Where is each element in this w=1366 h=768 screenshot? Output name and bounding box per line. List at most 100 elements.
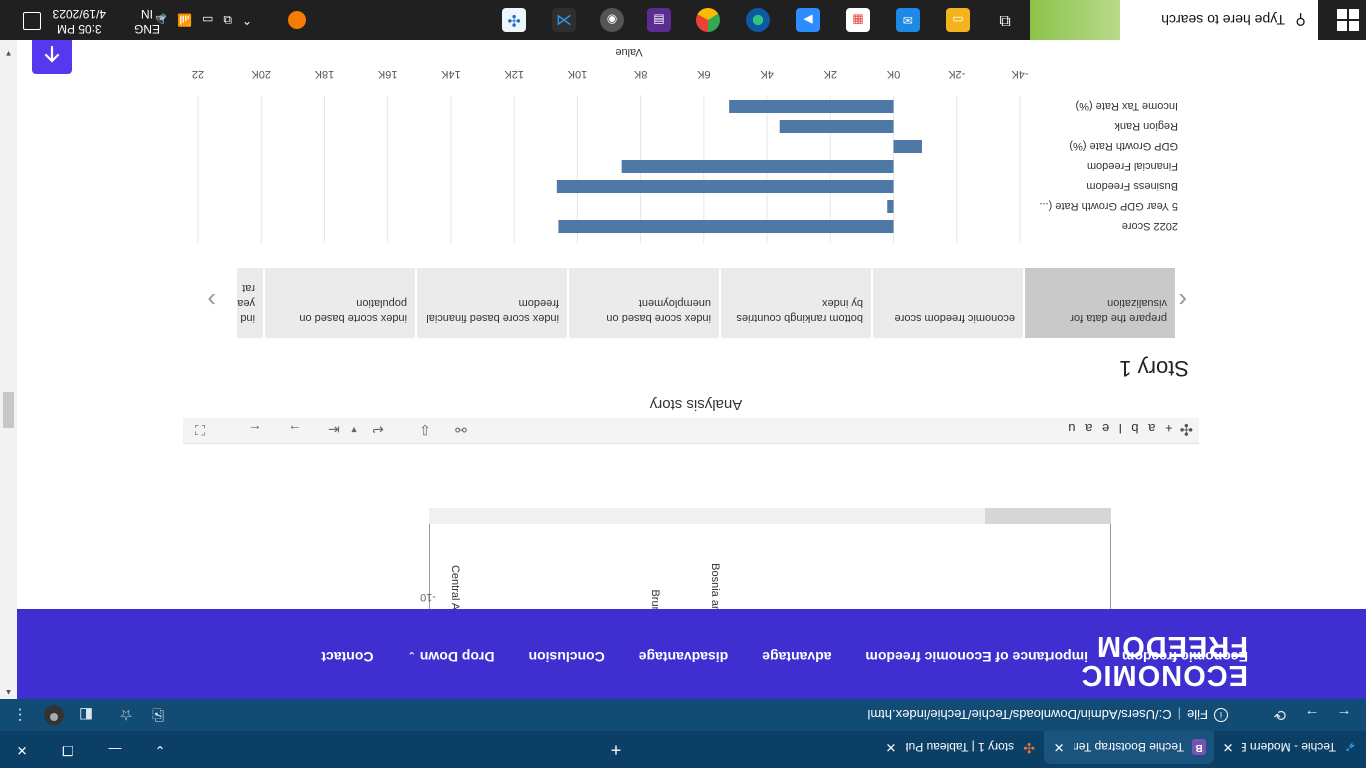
viz-scroll-thumb[interactable] — [985, 508, 1111, 524]
clock-time: 3:05 PM — [56, 22, 102, 36]
tab-title: story 1 | Tableau Public — [906, 740, 1015, 755]
story-point-4[interactable]: index score based financial freedom — [417, 268, 567, 338]
story-point-6[interactable]: ind yea rat — [237, 268, 263, 338]
clock-date: 4/19/2023 — [52, 7, 106, 21]
more-menu-icon[interactable]: ⋮ — [8, 704, 32, 726]
nav-item-label: Drop Down — [419, 649, 495, 665]
file-explorer-icon[interactable]: ▭ — [946, 8, 970, 32]
nav-item-label: Conclusion — [528, 649, 605, 665]
nav-item-0[interactable]: Economic freedom — [1122, 649, 1248, 665]
bar[interactable] — [558, 220, 894, 233]
battery-icon[interactable]: ▭ — [202, 13, 213, 27]
category-label: Income Tax Rate (%) — [1075, 100, 1178, 112]
bootstrap-icon: B — [1191, 739, 1206, 756]
chrome-profile-icon[interactable]: ◉ — [600, 8, 624, 32]
x-axis-title: Value — [615, 46, 642, 58]
back-to-top-button[interactable] — [32, 40, 72, 74]
tableau-toolbar: ✣ + a b l e a u → ← ↩ ▼ ⇤ ⚯ ⇩ ⛶ — [183, 418, 1199, 444]
page-scrollbar[interactable] — [0, 40, 17, 699]
vscode-icon[interactable]: ⋊ — [552, 8, 576, 32]
dropdown-arrow-icon[interactable]: ▼ — [345, 421, 363, 439]
edge-icon[interactable] — [746, 8, 770, 32]
close-tab-icon[interactable]: ✕ — [1222, 740, 1234, 756]
tableau-logo[interactable]: ✣ + a b l e a u — [1065, 419, 1193, 439]
close-window-button[interactable]: ✕ — [8, 738, 36, 762]
tableau-cross-icon: ✣ — [1176, 420, 1193, 437]
x-tick-label: 22 — [192, 68, 204, 80]
system-clock[interactable]: 3:05 PM 4/19/2023 — [53, 6, 106, 36]
nav-item-label: disadvantage — [638, 649, 729, 665]
share-graph-icon[interactable]: ⚯ — [452, 421, 470, 439]
language-indicator[interactable]: ENG IN — [134, 6, 160, 36]
refresh-icon[interactable]: ⟳ — [1268, 704, 1292, 726]
fullscreen-icon[interactable]: ⛶ — [191, 421, 209, 439]
mail-icon[interactable]: ✉ — [896, 8, 920, 32]
story-point-3[interactable]: index score based on unemployment — [569, 268, 719, 338]
bar[interactable] — [729, 100, 894, 113]
nav-item-6[interactable]: Contact — [321, 649, 373, 665]
url-field[interactable]: i File | C:/Users/Admin/Downloads/Techie… — [208, 703, 1228, 727]
x-tick-label: 20K — [251, 68, 271, 80]
taskbar-search-box[interactable]: ⚲ Type here to search — [1030, 0, 1318, 40]
forward-arrow-icon[interactable]: → — [1300, 704, 1324, 726]
task-view-icon[interactable]: ⧉ — [993, 8, 1017, 32]
nav-item-1[interactable]: importance of Economic freedom — [865, 649, 1087, 665]
tableau-app-icon[interactable]: ✣ — [502, 8, 526, 32]
address-separator: | — [1177, 707, 1182, 723]
restore-button[interactable]: ❐ — [54, 738, 82, 762]
back-arrow-icon[interactable]: ← — [1332, 704, 1356, 726]
browser-tab-bootstrap[interactable]: B Techie Bootstrap Template - Inde ✕ — [1044, 731, 1214, 764]
tab-search-icon[interactable]: ⌄ — [146, 738, 174, 762]
download-icon[interactable]: ⇩ — [416, 421, 434, 439]
info-icon[interactable]: i — [1214, 708, 1228, 722]
close-tab-icon[interactable]: ✕ — [1052, 740, 1066, 756]
nav-item-label: advantage — [762, 649, 832, 665]
nav-item-3[interactable]: disadvantage — [639, 649, 728, 665]
media-app-icon[interactable]: ▤ — [647, 8, 671, 32]
story-point-1[interactable]: economic freedom score — [873, 268, 1023, 338]
nav-item-5[interactable]: Drop Down⌄ — [407, 649, 494, 665]
show-hidden-icons-icon[interactable]: ⌃ — [242, 13, 252, 27]
bar[interactable] — [621, 160, 894, 173]
scroll-down-arrow-icon[interactable]: ▼ — [0, 44, 17, 58]
story-point-5[interactable]: index scorte based on population — [265, 268, 415, 338]
chrome-icon[interactable] — [696, 8, 720, 32]
pause-updates-icon[interactable]: ⇤ — [325, 421, 343, 439]
nav-item-2[interactable]: advantage — [762, 649, 831, 665]
new-tab-button[interactable]: + — [602, 738, 630, 762]
favorites-icon[interactable]: ☆ — [114, 704, 138, 726]
wifi-icon[interactable]: 📶 — [177, 13, 192, 27]
windows-start-icon[interactable] — [1336, 8, 1360, 32]
x-tick-label: -2K — [948, 68, 966, 80]
close-tab-icon[interactable]: ✕ — [884, 740, 898, 756]
zoom-icon[interactable]: ▶ — [796, 8, 820, 32]
bar[interactable] — [893, 140, 922, 153]
microsoft-store-icon[interactable]: ▦ — [846, 8, 870, 32]
firefox-tray-icon[interactable] — [288, 11, 306, 29]
bar[interactable] — [556, 180, 894, 193]
browser-tab-tableau[interactable]: ✣ story 1 | Tableau Public ✕ — [876, 731, 1044, 764]
bar[interactable] — [887, 200, 894, 213]
category-label: 2022 Score — [1122, 220, 1178, 232]
browser-tab-techie[interactable]: ➶ Techie - Modern Bootstrap Start ✕ — [1214, 731, 1364, 764]
story-point-0[interactable]: prepare the data for visualization — [1025, 268, 1175, 338]
bar[interactable] — [779, 120, 894, 133]
x-tick-label: 14K — [440, 68, 460, 80]
chevron-right-icon[interactable]: › — [207, 285, 216, 316]
story-point-navigator: ‹ prepare the data for visualization econo… — [191, 266, 1191, 338]
split-screen-icon[interactable]: ◧ — [74, 704, 98, 726]
scroll-up-arrow-icon[interactable]: ▲ — [0, 683, 17, 697]
minimize-button[interactable]: — — [101, 738, 129, 762]
arrow-up-icon — [44, 45, 60, 63]
collections-icon[interactable]: ⎘ — [146, 704, 170, 726]
category-label: Region Rank — [1114, 120, 1178, 132]
profile-avatar[interactable] — [42, 704, 66, 726]
network-tray-icon[interactable]: ⧉ — [223, 13, 232, 28]
page-scroll-thumb[interactable] — [3, 392, 14, 428]
chevron-left-icon[interactable]: ‹ — [1178, 285, 1187, 316]
main-nav: Economic freedom importance of Economic f… — [321, 649, 1248, 665]
nav-item-4[interactable]: Conclusion — [529, 649, 605, 665]
notification-icon[interactable] — [23, 12, 41, 30]
category-label: Financial Freedom — [1087, 160, 1178, 172]
story-point-2[interactable]: bottom rankingb countries by index — [721, 268, 871, 338]
